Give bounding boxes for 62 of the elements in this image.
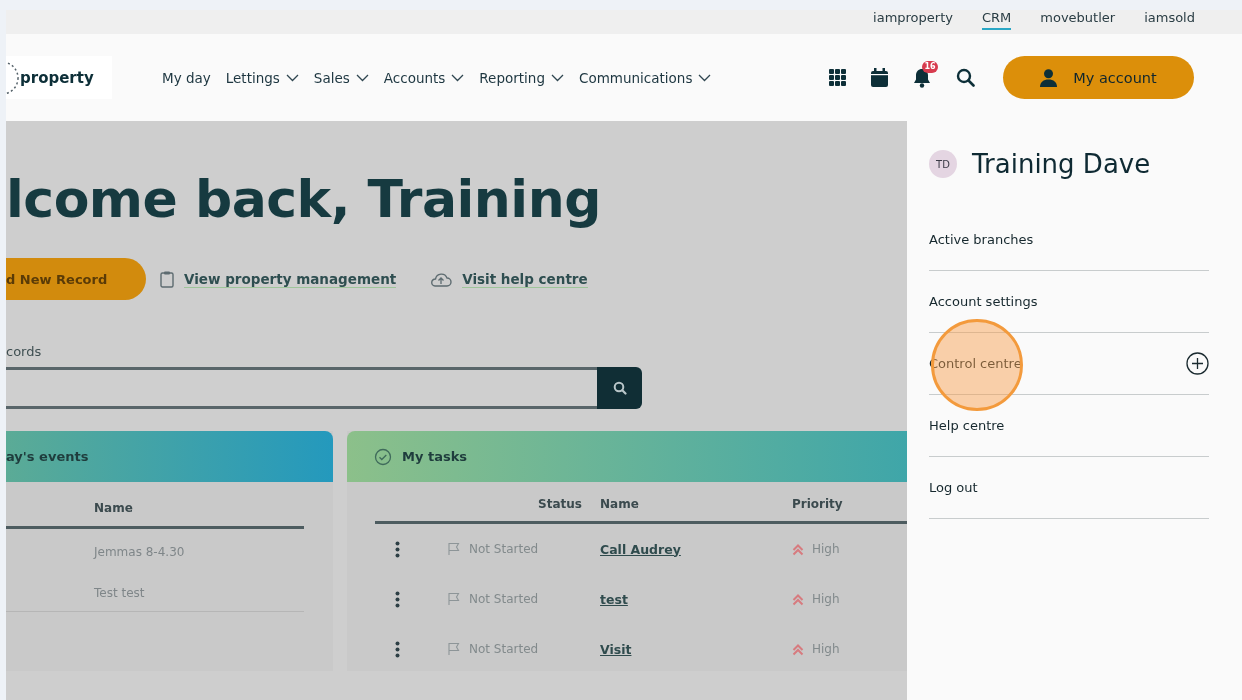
account-menu-item[interactable]: Active branches [929, 232, 1034, 247]
user-name: Training Dave [972, 149, 1151, 179]
table-cell: Jemmas 8-4.30 [94, 545, 185, 559]
welcome-heading: lcome back, Training [6, 168, 602, 230]
search-icon [612, 381, 627, 395]
top-nav-link[interactable]: movebutler [1040, 10, 1116, 28]
account-menu-item[interactable]: Account settings [929, 294, 1038, 309]
person-icon [1040, 68, 1058, 87]
search-records-label: cords [6, 344, 43, 359]
nav-menu-item[interactable]: Communications [579, 69, 712, 86]
column-header: Name [94, 501, 133, 515]
column-header: Status [537, 497, 582, 511]
calendar-icon[interactable] [871, 68, 888, 87]
panel-title: ay's events [6, 449, 89, 464]
check-circle-icon [374, 447, 392, 466]
panel-title: My tasks [402, 449, 468, 464]
visit-help-centre-link[interactable]: Visit help centre [462, 270, 588, 288]
expand-plus-icon[interactable] [1186, 352, 1209, 375]
more-options-icon[interactable] [395, 540, 400, 558]
flag-icon [447, 642, 461, 656]
double-chevron-up-icon [792, 642, 804, 656]
top-nav-link[interactable]: iamproperty [873, 10, 953, 28]
task-name-link[interactable]: test [582, 591, 792, 607]
table-cell: Test test [94, 586, 145, 600]
search-icon[interactable] [956, 68, 975, 87]
status-text: Not Started [469, 642, 539, 656]
double-chevron-up-icon [792, 592, 804, 606]
priority-text: High [812, 642, 840, 656]
cloud-icon [430, 271, 453, 287]
notification-count-badge: 16 [922, 60, 939, 73]
nav-menu-item[interactable]: Sales [313, 69, 369, 86]
user-avatar: TD [929, 150, 957, 178]
account-menu-item[interactable]: Log out [929, 480, 978, 495]
apps-grid-icon[interactable] [829, 69, 846, 86]
account-menu-item[interactable]: Help centre [929, 418, 1005, 433]
task-name-link[interactable]: Visit [582, 641, 792, 657]
nav-menu-item[interactable]: Accounts [383, 69, 465, 86]
more-options-icon[interactable] [395, 590, 400, 608]
priority-text: High [812, 592, 840, 606]
bell-icon[interactable] [913, 67, 931, 88]
top-nav-link[interactable]: CRM [981, 10, 1012, 30]
add-record-button[interactable]: d New Record [6, 258, 146, 300]
flag-icon [447, 592, 461, 606]
view-property-management-link[interactable]: View property management [184, 270, 397, 288]
nav-menu-item[interactable]: My day [162, 69, 211, 86]
task-name-link[interactable]: Call Audrey [582, 541, 792, 557]
status-text: Not Started [469, 542, 539, 556]
priority-text: High [812, 542, 840, 556]
nav-menu-item[interactable]: Lettings [225, 69, 299, 86]
column-header: Priority [792, 497, 844, 511]
my-account-button[interactable]: My account [1003, 56, 1194, 99]
search-records-field[interactable] [6, 367, 597, 409]
flag-icon [447, 542, 461, 556]
top-nav-link[interactable]: iamsold [1144, 10, 1195, 28]
nav-menu-item[interactable]: Reporting [479, 69, 564, 86]
clipboard-icon [160, 270, 174, 288]
logo[interactable]: property [6, 56, 112, 99]
search-button[interactable] [597, 367, 642, 409]
status-text: Not Started [469, 592, 539, 606]
double-chevron-up-icon [792, 542, 804, 556]
column-header: Name [599, 497, 640, 511]
more-options-icon[interactable] [395, 640, 400, 658]
